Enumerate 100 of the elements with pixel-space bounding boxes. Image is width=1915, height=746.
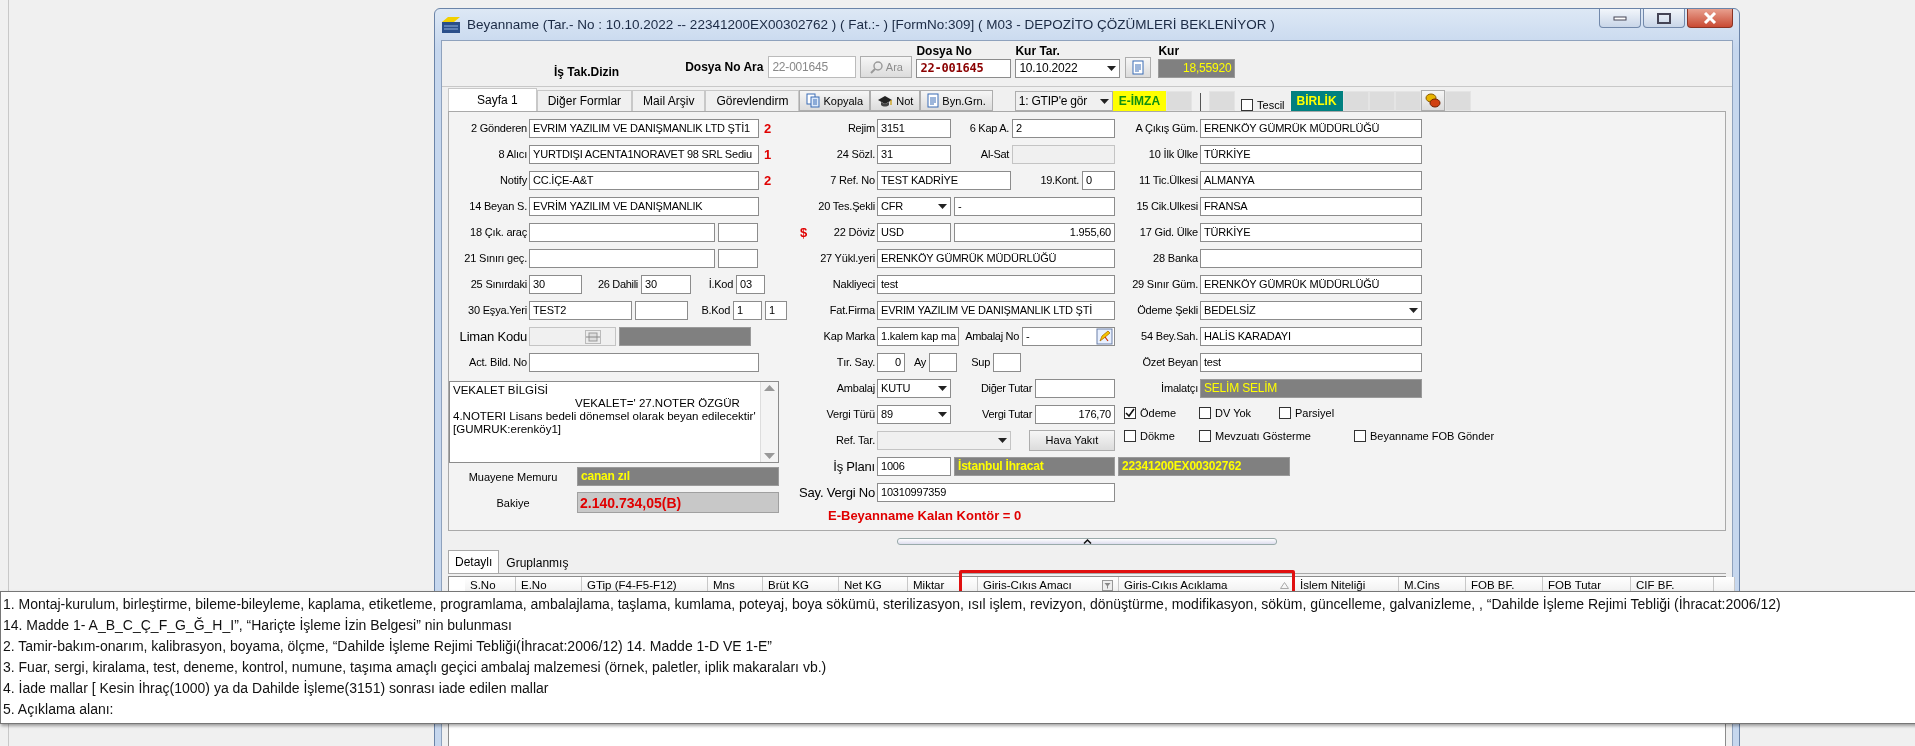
checkbox[interactable] bbox=[1354, 429, 1366, 442]
text-field[interactable]: 1 bbox=[733, 300, 762, 320]
action-button[interactable]: Hava Yakıt bbox=[1029, 429, 1115, 451]
checkbox-label[interactable]: Parsiyel bbox=[1295, 406, 1335, 419]
text-field[interactable] bbox=[718, 222, 758, 242]
field-label: Tır. Say. bbox=[836, 356, 875, 368]
checkbox-label[interactable]: Ödeme bbox=[1140, 406, 1177, 419]
dropdown[interactable]: CFR bbox=[877, 196, 951, 216]
text-field[interactable]: ALMANYA bbox=[1200, 170, 1422, 190]
filter-icon[interactable] bbox=[1102, 579, 1113, 591]
edit-icon[interactable] bbox=[1096, 327, 1113, 345]
text-field[interactable]: 1 bbox=[765, 300, 787, 320]
notes-textarea[interactable]: VEKALET BİLGİSİ VEKALET=' 27.NOTER ÖZGÜR 4.NOTERI Lisans bedeli dönemsel olarak beyan edilecektir' [GUMRUK:erenköy1] bbox=[449, 381, 779, 463]
note-button[interactable]: Not bbox=[870, 90, 921, 111]
text-field[interactable]: - bbox=[954, 196, 1115, 216]
picker-button-icon[interactable] bbox=[585, 329, 601, 344]
text-field[interactable]: 0 bbox=[1082, 170, 1115, 190]
tab[interactable]: Sayfa 1 bbox=[448, 88, 537, 111]
calendar-button[interactable] bbox=[1125, 57, 1152, 78]
text-field[interactable]: EVRIM YAZILIM VE DANIŞMANLIK LTD ŞTİ1 bbox=[529, 118, 759, 138]
checkbox-label[interactable]: Dökme bbox=[1140, 429, 1175, 442]
status-badge[interactable]: BİRLİK bbox=[1290, 91, 1343, 111]
copy-button[interactable]: Kopyala bbox=[799, 90, 871, 111]
file-number-field[interactable]: 22-001645 bbox=[916, 59, 1012, 78]
text-field[interactable]: ERENKÖY GÜMRÜK MÜDÜRLÜĞÜ bbox=[877, 248, 1115, 268]
checkbox-label[interactable]: Beyanname FOB Gönder bbox=[1370, 429, 1495, 442]
scroll-down-icon[interactable] bbox=[764, 453, 775, 460]
field-label: A Çıkış Güm. bbox=[1135, 122, 1198, 134]
maximize-button[interactable] bbox=[1643, 9, 1685, 28]
preview-button[interactable]: Byn.Grn. bbox=[920, 90, 993, 111]
checkbox-label[interactable]: Tescil bbox=[1257, 99, 1285, 111]
text-field[interactable] bbox=[529, 352, 759, 372]
text-field[interactable] bbox=[993, 352, 1021, 372]
dropdown[interactable]: BEDELSİZ bbox=[1200, 300, 1422, 320]
text-field[interactable]: 10310997359 bbox=[877, 482, 1115, 502]
text-field[interactable]: - bbox=[1022, 326, 1115, 346]
text-field[interactable]: 30 bbox=[529, 274, 582, 294]
lookup-field[interactable] bbox=[529, 326, 616, 346]
status-badge[interactable]: E-İMZA bbox=[1112, 91, 1167, 111]
text-field[interactable] bbox=[1035, 378, 1115, 398]
text-field[interactable]: 3151 bbox=[877, 118, 951, 138]
text-field[interactable]: 31 bbox=[877, 144, 951, 164]
dropdown[interactable]: KUTU bbox=[877, 378, 951, 398]
text-field[interactable]: 1.kalem kap ma bbox=[877, 326, 959, 346]
text-field[interactable]: HALİS KARADAYI bbox=[1200, 326, 1422, 346]
chevron-up-icon bbox=[1082, 538, 1092, 544]
text-field[interactable]: CC.İÇE-A&T bbox=[529, 170, 759, 190]
text-field[interactable]: TÜRKİYE bbox=[1200, 144, 1422, 164]
close-button[interactable] bbox=[1687, 9, 1733, 28]
number-field[interactable]: 0 bbox=[877, 352, 905, 372]
checkbox[interactable] bbox=[1199, 406, 1211, 419]
dropdown[interactable]: 1: GTIP'e gör bbox=[1014, 91, 1113, 111]
splitter-handle[interactable] bbox=[897, 537, 1277, 545]
search-field[interactable]: 22-001645 bbox=[768, 56, 857, 78]
text-field[interactable]: EVRIM YAZILIM VE DANIŞMANLIK LTD ŞTİ bbox=[877, 300, 1115, 320]
checkbox-label[interactable]: Mevzuatı Gösterme bbox=[1215, 429, 1311, 442]
text-field[interactable] bbox=[929, 352, 957, 372]
checkbox-label[interactable]: DV Yok bbox=[1215, 406, 1252, 419]
text-field[interactable] bbox=[635, 300, 688, 320]
text-field[interactable]: FRANSA bbox=[1200, 196, 1422, 216]
tab[interactable]: Gruplanmış bbox=[499, 552, 576, 573]
text-field[interactable]: YURTDIŞI ACENTA1NORAVET 98 SRL Sediu bbox=[529, 144, 759, 164]
hat-icon bbox=[877, 93, 894, 108]
tab[interactable]: Mail Arşiv bbox=[632, 90, 706, 111]
text-field[interactable]: TÜRKİYE bbox=[1200, 222, 1422, 242]
checkbox[interactable] bbox=[1199, 429, 1211, 442]
text-field[interactable]: test bbox=[877, 274, 1115, 294]
text-field[interactable]: EVRİM YAZILIM VE DANIŞMANLIK bbox=[529, 196, 759, 216]
text-field[interactable]: TEST2 bbox=[529, 300, 632, 320]
text-field[interactable]: 1006 bbox=[877, 456, 951, 476]
tooltip-line: 14. Madde 1- A_B_C_Ç_F_G_Ğ_H_I”, “Hariçte İşleme İzin Belgesi” nin bulunması bbox=[3, 616, 512, 635]
tab[interactable]: Görevlendirm bbox=[705, 90, 800, 111]
text-field[interactable]: 03 bbox=[736, 274, 765, 294]
scroll-up-icon[interactable] bbox=[764, 384, 775, 391]
tab[interactable]: Detaylı bbox=[448, 550, 500, 573]
text-field[interactable]: test bbox=[1200, 352, 1422, 372]
number-field[interactable]: 176,70 bbox=[1035, 404, 1115, 424]
tab[interactable]: Diğer Formlar bbox=[536, 90, 633, 111]
checkbox[interactable] bbox=[1279, 406, 1291, 419]
number-field[interactable]: 1.955,60 bbox=[954, 222, 1115, 242]
text-field[interactable]: ERENKÖY GÜMRÜK MÜDÜRLÜĞÜ bbox=[1200, 274, 1422, 294]
date-dropdown[interactable]: 10.10.2022 bbox=[1015, 59, 1121, 78]
text-field[interactable]: 30 bbox=[641, 274, 691, 294]
checkbox[interactable] bbox=[1124, 429, 1136, 442]
text-field[interactable] bbox=[718, 248, 758, 268]
toolbar-button[interactable] bbox=[1420, 90, 1445, 111]
text-field[interactable] bbox=[1200, 248, 1422, 268]
text-field[interactable] bbox=[529, 248, 715, 268]
text-field[interactable]: ERENKÖY GÜMRÜK MÜDÜRLÜĞÜ bbox=[1200, 118, 1422, 138]
field-label: Liman Kodu bbox=[459, 328, 527, 344]
text-field[interactable]: TEST KADRİYE bbox=[877, 170, 1011, 190]
display-field: İstanbul İhracat bbox=[954, 456, 1115, 476]
checkbox[interactable] bbox=[1124, 406, 1136, 419]
dropdown[interactable]: 89 bbox=[877, 404, 951, 424]
text-field[interactable]: USD bbox=[877, 222, 951, 242]
field-label: Act. Bild. No bbox=[469, 356, 527, 368]
checkbox[interactable] bbox=[1241, 99, 1254, 111]
text-field[interactable]: 2 bbox=[1012, 118, 1115, 138]
scrollbar[interactable] bbox=[760, 382, 778, 462]
text-field[interactable] bbox=[529, 222, 715, 242]
